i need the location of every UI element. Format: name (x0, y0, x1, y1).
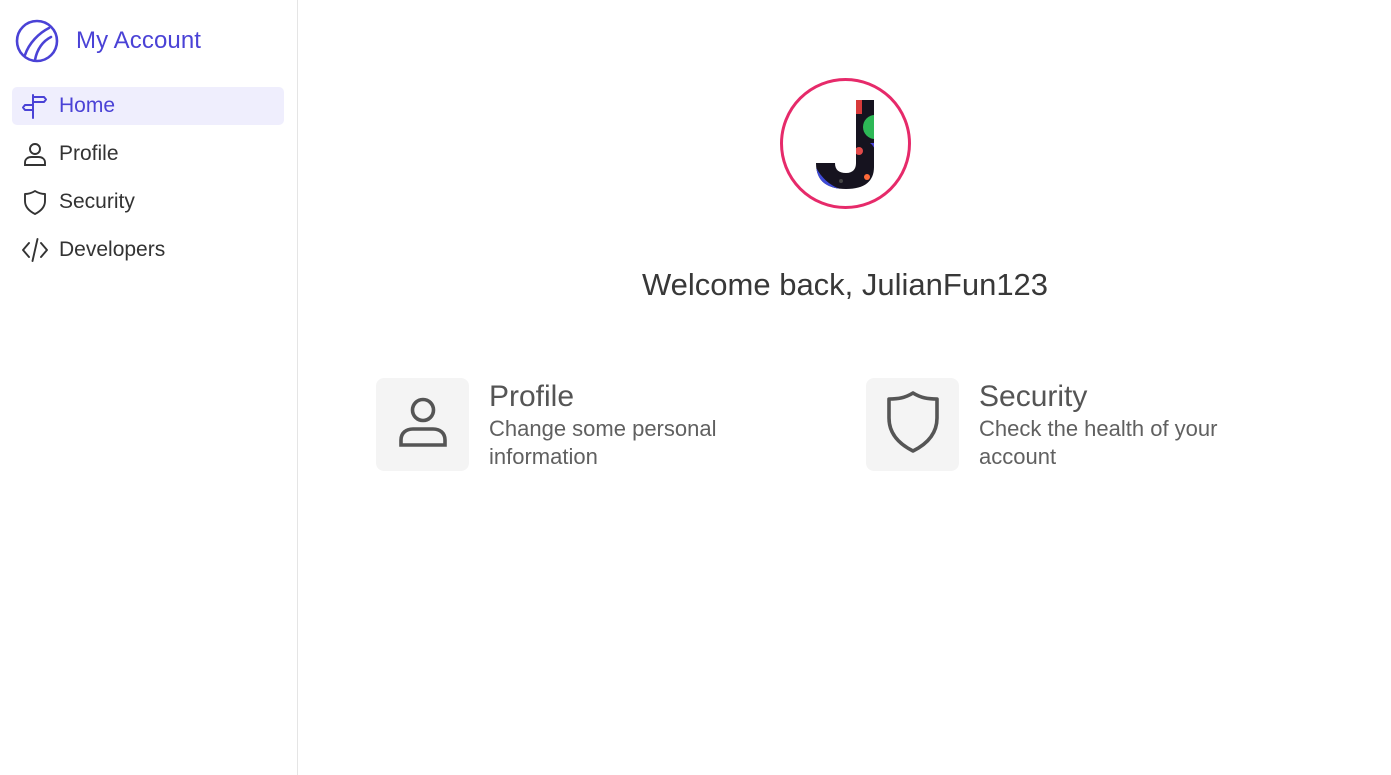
card-title: Profile (489, 380, 575, 413)
sidebar-item-profile[interactable]: Profile (12, 135, 284, 173)
sidebar-item-label: Security (59, 190, 135, 213)
sidebar-item-home[interactable]: Home (12, 87, 284, 125)
sidebar-item-security[interactable]: Security (12, 183, 284, 221)
welcome-heading: Welcome back, JulianFun123 (641, 267, 1049, 302)
card-description: Check the health of your account (979, 416, 1218, 469)
avatar[interactable] (780, 78, 911, 209)
card-icon-box (376, 378, 469, 471)
sidebar-nav: Home Profile Security Developers (12, 87, 284, 279)
sidebar-item-developers[interactable]: Developers (12, 231, 284, 269)
signpost-icon (20, 91, 50, 121)
main-content: Welcome back, JulianFun123 Profile Chang… (299, 0, 1391, 775)
card-icon-box (866, 378, 959, 471)
code-icon (20, 235, 50, 265)
sidebar: My Account Home Profile Security Develop… (0, 0, 298, 775)
card-description: Change some personal information (489, 416, 717, 469)
user-icon (20, 139, 50, 169)
brand-logo-icon (15, 19, 59, 63)
user-icon (394, 393, 452, 456)
sidebar-item-label: Profile (59, 142, 119, 165)
sidebar-item-label: Home (59, 94, 116, 117)
shield-icon (884, 389, 942, 460)
avatar-image (816, 100, 874, 189)
profile-card[interactable]: Profile Change some personal information (376, 378, 729, 471)
card-title: Security (979, 380, 1088, 413)
security-card[interactable]: Security Check the health of your accoun… (866, 378, 1219, 471)
shield-icon (20, 187, 50, 217)
sidebar-item-label: Developers (59, 238, 166, 261)
brand-link[interactable]: My Account (15, 19, 201, 63)
app-title: My Account (76, 27, 202, 54)
